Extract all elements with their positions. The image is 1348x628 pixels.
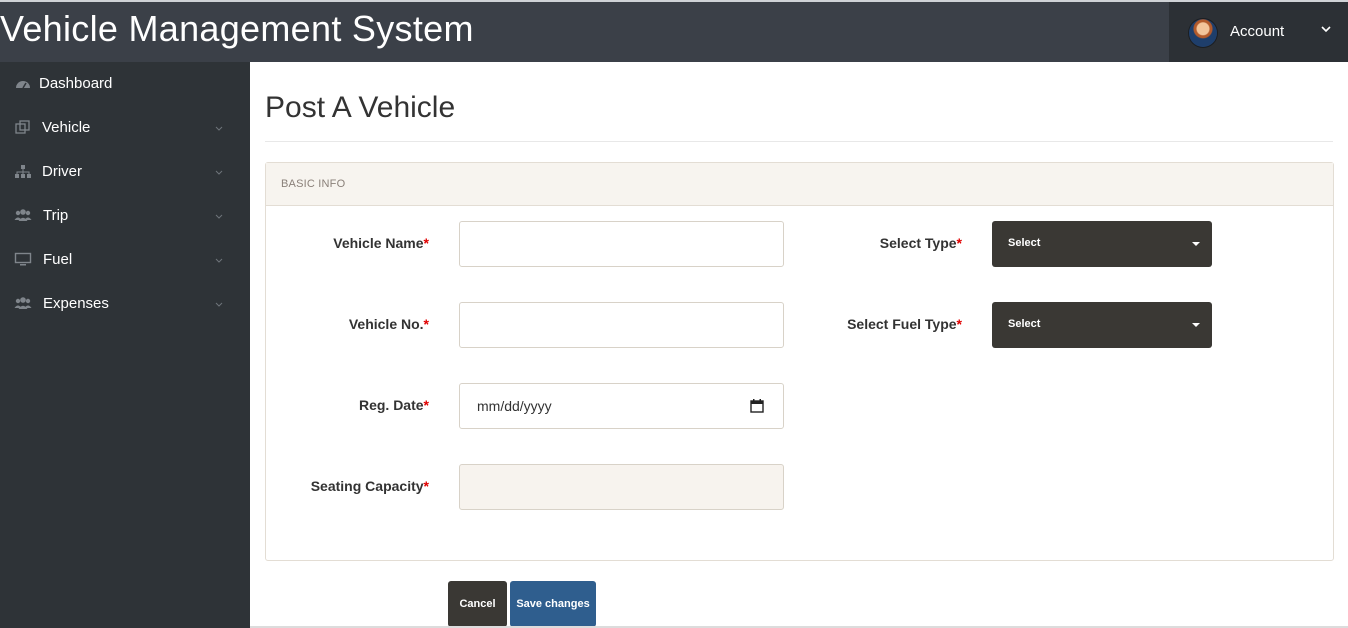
monitor-icon — [14, 252, 32, 266]
save-changes-button[interactable]: Save changes — [510, 581, 596, 627]
chevron-down-icon — [215, 258, 223, 263]
panel-title: BASIC INFO — [281, 178, 346, 190]
sidebar-item-label: Dashboard — [39, 75, 113, 92]
sidebar-item-label: Trip — [43, 207, 69, 224]
chevron-down-icon — [215, 126, 223, 131]
sidebar-item-label: Fuel — [43, 251, 73, 268]
seating-capacity-label: Seating Capacity* — [311, 478, 429, 494]
title-divider — [265, 141, 1333, 142]
seating-capacity-label-text: Seating Capacity — [310, 478, 424, 494]
users-icon — [14, 297, 32, 309]
chevron-down-icon — [215, 214, 223, 219]
cancel-button[interactable]: Cancel — [448, 581, 507, 627]
account-menu[interactable]: Account — [1169, 2, 1348, 62]
select-type-dropdown[interactable]: Select — [992, 221, 1212, 267]
vehicle-name-label-text: Vehicle Name — [333, 235, 424, 251]
vehicle-no-label: Vehicle No.* — [349, 316, 429, 332]
app-title: Vehicle Management System — [0, 8, 474, 49]
sidebar-item-vehicle[interactable]: Vehicle — [0, 106, 250, 150]
required-marker: * — [423, 316, 429, 332]
required-marker: * — [423, 397, 429, 413]
required-marker: * — [956, 235, 962, 251]
top-bar: Vehicle Management System Account — [0, 0, 1348, 62]
page-title: Post A Vehicle — [265, 91, 456, 124]
vehicle-name-input[interactable] — [459, 221, 784, 267]
required-marker: * — [423, 235, 429, 251]
seating-capacity-input[interactable] — [459, 464, 784, 510]
vehicle-no-label-text: Vehicle No. — [348, 316, 424, 332]
sidebar-item-label: Driver — [42, 163, 82, 180]
account-label: Account — [1230, 23, 1285, 40]
select-type-value: Select — [1008, 237, 1041, 249]
select-fuel-type-value: Select — [1008, 318, 1041, 330]
vehicle-icon — [15, 120, 30, 134]
select-fuel-type-label-text: Select Fuel Type — [847, 316, 957, 332]
select-fuel-type-dropdown[interactable]: Select — [992, 302, 1212, 348]
reg-date-label-text: Reg. Date — [358, 397, 424, 413]
sidebar-item-dashboard[interactable]: Dashboard — [0, 62, 250, 106]
dashboard-icon — [16, 81, 30, 89]
sidebar-item-driver[interactable]: Driver — [0, 150, 250, 194]
reg-date-input[interactable]: mm/dd/yyyy — [459, 383, 784, 429]
vehicle-no-input[interactable] — [459, 302, 784, 348]
sitemap-icon — [15, 165, 31, 178]
chevron-down-icon — [215, 302, 223, 307]
users-icon — [14, 209, 32, 221]
sidebar-item-trip[interactable]: Trip — [0, 194, 250, 238]
vehicle-name-label: Vehicle Name* — [333, 235, 429, 251]
sidebar-item-expenses[interactable]: Expenses — [0, 282, 250, 326]
caret-down-icon — [1192, 323, 1200, 327]
reg-date-label: Reg. Date* — [359, 397, 429, 413]
chevron-down-icon — [215, 170, 223, 175]
chevron-down-icon — [1321, 26, 1331, 33]
avatar — [1189, 19, 1217, 47]
sidebar-item-fuel[interactable]: Fuel — [0, 238, 250, 282]
date-placeholder: mm/dd/yyyy — [477, 398, 552, 414]
required-marker: * — [956, 316, 962, 332]
calendar-icon[interactable] — [749, 398, 765, 414]
sidebar-item-label: Vehicle — [42, 119, 91, 136]
panel-header: BASIC INFO — [266, 163, 1333, 206]
sidebar-item-label: Expenses — [43, 295, 109, 312]
caret-down-icon — [1192, 242, 1200, 246]
sidebar: Dashboard Vehicle Driver Trip Fuel Expen… — [0, 62, 250, 628]
select-type-label-text: Select Type — [879, 235, 957, 251]
select-fuel-type-label: Select Fuel Type* — [847, 316, 962, 332]
select-type-label: Select Type* — [880, 235, 962, 251]
required-marker: * — [423, 478, 429, 494]
